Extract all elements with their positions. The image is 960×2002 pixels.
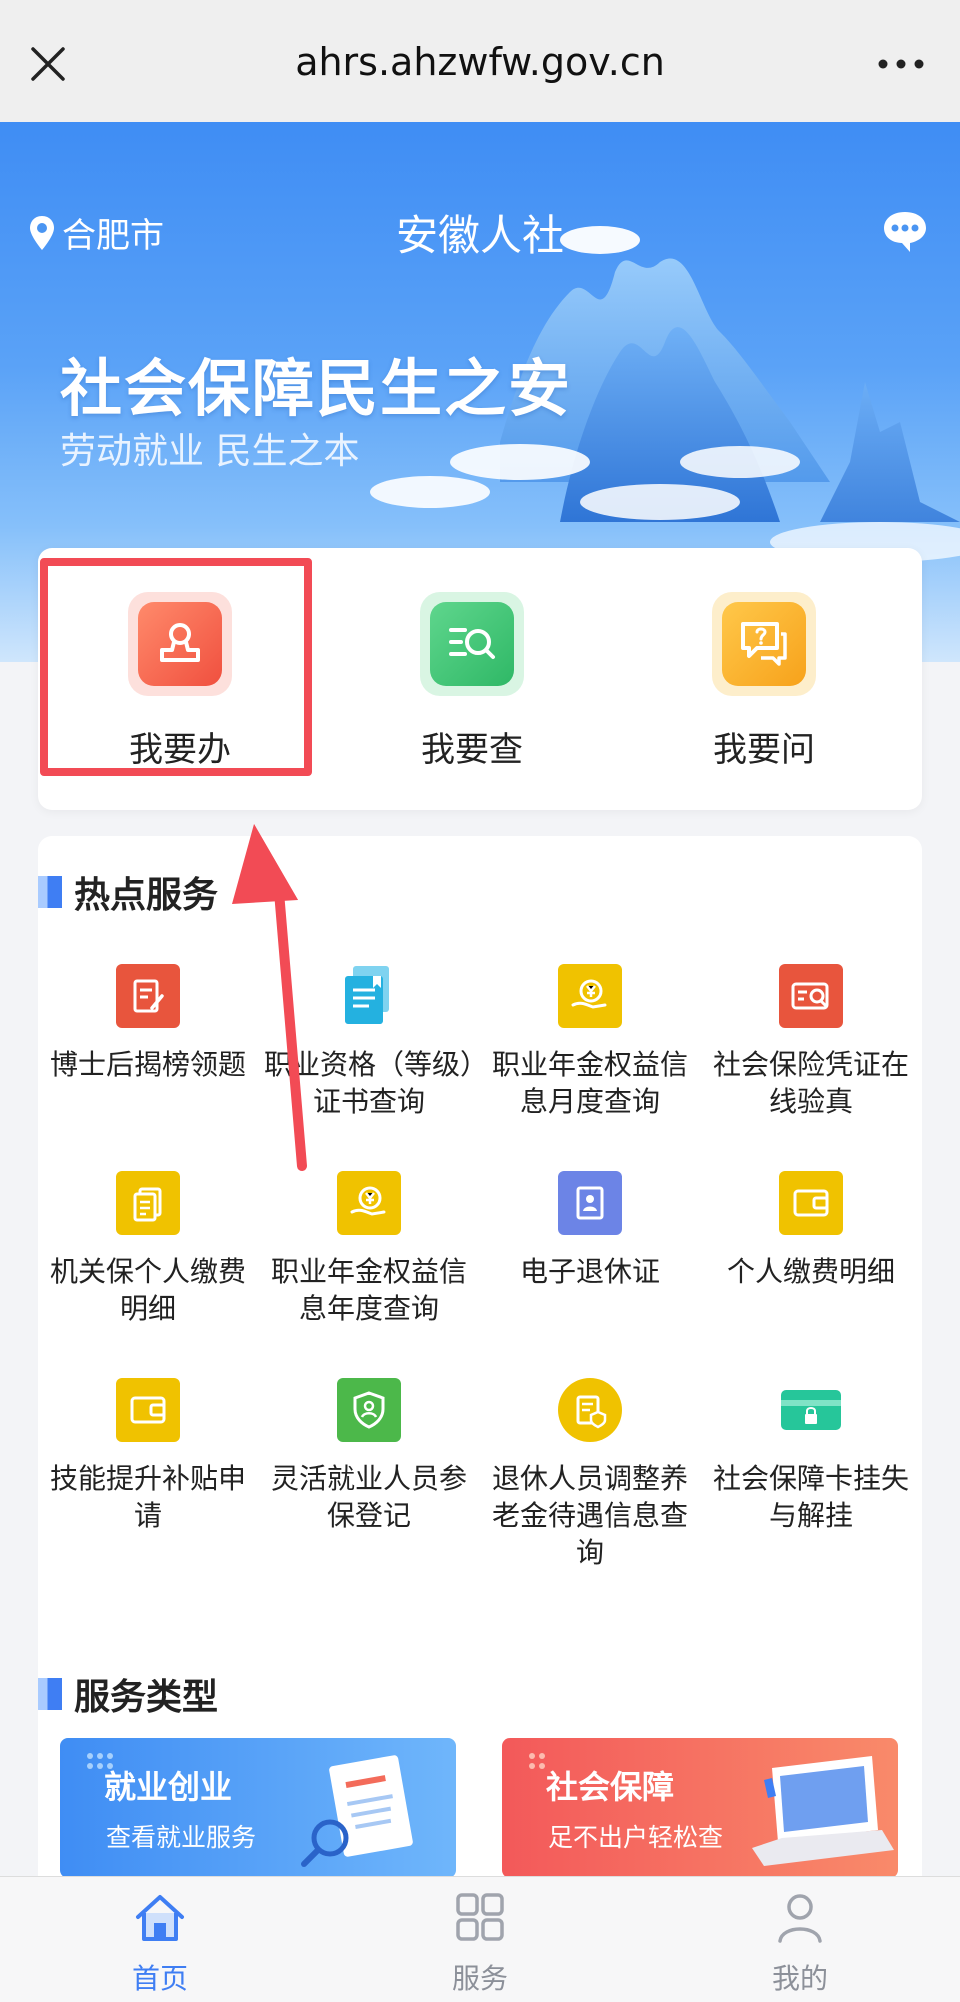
nav-label: 我的 <box>771 1962 828 1995</box>
service-item[interactable]: 机关保个人缴费明细 <box>38 1171 258 1327</box>
service-label: 社会保险凭证在线验真 <box>712 1048 909 1118</box>
service-item[interactable]: 灵活就业人员参保登记 <box>259 1378 479 1534</box>
quick-action-label: 我要问 <box>713 730 815 770</box>
quick-action-query[interactable]: 我要查 <box>372 592 572 771</box>
service-label: 机关保个人缴费明细 <box>49 1255 246 1325</box>
pension-coin-icon <box>558 964 622 1028</box>
question-chat-icon <box>722 602 806 686</box>
service-item[interactable]: 职业资格（等级）证书查询 <box>259 964 479 1120</box>
service-item[interactable]: 社会保障卡挂失与解挂 <box>701 1378 921 1534</box>
service-item[interactable]: 退休人员调整养老金待遇信息查询 <box>480 1378 700 1571</box>
nav-home[interactable]: 首页 <box>60 1891 260 1997</box>
search-list-icon <box>430 602 514 686</box>
nav-services[interactable]: 服务 <box>380 1891 580 1997</box>
nav-label: 服务 <box>451 1962 508 1995</box>
banner-social-security[interactable]: 社会保障 足不出户轻松查 <box>502 1738 898 1878</box>
section-bar-icon <box>38 1678 62 1710</box>
more-icon[interactable] <box>876 44 926 84</box>
hero-subslogan: 劳动就业 民生之本 <box>60 431 360 472</box>
banner-subtitle: 查看就业服务 <box>106 1823 257 1852</box>
certificate-icon <box>337 964 401 1028</box>
hero-slogan: 社会保障民生之安 <box>60 352 573 425</box>
user-icon <box>778 1894 822 1943</box>
url-text: ahrs.ahzwfw.gov.cn <box>295 40 665 84</box>
service-item[interactable]: 技能提升补贴申请 <box>38 1378 258 1534</box>
service-label: 个人缴费明细 <box>726 1255 895 1288</box>
banner-employment[interactable]: 就业创业 查看就业服务 <box>60 1738 456 1878</box>
section-title-hot: 热点服务 <box>38 866 218 918</box>
annotation-highlight-box <box>40 558 312 776</box>
edit-document-icon <box>116 964 180 1028</box>
quick-action-ask[interactable]: 我要问 <box>664 592 864 771</box>
banner-subtitle: 足不出户轻松查 <box>548 1823 724 1852</box>
page-root: { "browser": { "url": "ahrs.ahzwfw.gov.c… <box>0 0 960 2002</box>
bottom-nav: 首页 服务 我的 <box>0 1876 960 2002</box>
service-item[interactable]: 个人缴费明细 <box>701 1171 921 1290</box>
section-bar-icon <box>38 876 62 908</box>
service-label: 职业年金权益信息年度查询 <box>270 1255 467 1325</box>
service-label: 社会保障卡挂失与解挂 <box>712 1462 909 1532</box>
section-title-service-types: 服务类型 <box>38 1668 218 1720</box>
lock-card-icon <box>779 1378 843 1442</box>
verify-card-icon <box>779 964 843 1028</box>
home-icon <box>136 1895 184 1941</box>
document-list-icon <box>116 1171 180 1235</box>
service-item[interactable]: 社会保险凭证在线验真 <box>701 964 921 1120</box>
banner-title: 社会保障 <box>546 1768 675 1806</box>
service-item[interactable]: 职业年金权益信息年度查询 <box>259 1171 479 1327</box>
service-item[interactable]: 职业年金权益信息月度查询 <box>480 964 700 1120</box>
browser-toolbar: ahrs.ahzwfw.gov.cn <box>0 0 960 122</box>
service-label: 灵活就业人员参保登记 <box>270 1462 467 1532</box>
wallet-icon <box>116 1378 180 1442</box>
service-label: 职业资格（等级）证书查询 <box>263 1048 474 1118</box>
shield-user-icon <box>337 1378 401 1442</box>
pension-coin-icon <box>337 1171 401 1235</box>
service-label: 电子退休证 <box>519 1255 660 1288</box>
employment-illustration <box>87 1753 413 1867</box>
shield-document-icon <box>558 1378 622 1442</box>
id-card-icon <box>558 1171 622 1235</box>
chat-bubble-icon[interactable] <box>880 208 930 254</box>
service-item[interactable]: 电子退休证 <box>480 1171 700 1290</box>
quick-action-label: 我要查 <box>421 730 523 770</box>
page-title: 安徽人社 <box>395 211 564 260</box>
grid-icon <box>456 1893 504 1941</box>
nav-label: 首页 <box>131 1962 188 1995</box>
nav-mine[interactable]: 我的 <box>700 1891 900 1997</box>
laptop-illustration <box>529 1753 894 1866</box>
service-label: 博士后揭榜领题 <box>49 1048 246 1081</box>
service-label: 技能提升补贴申请 <box>49 1462 246 1532</box>
service-label: 退休人员调整养老金待遇信息查询 <box>491 1462 688 1569</box>
service-item[interactable]: 博士后揭榜领题 <box>38 964 258 1083</box>
service-label: 职业年金权益信息月度查询 <box>491 1048 688 1118</box>
wallet-icon <box>779 1171 843 1235</box>
banner-title: 就业创业 <box>104 1768 233 1806</box>
